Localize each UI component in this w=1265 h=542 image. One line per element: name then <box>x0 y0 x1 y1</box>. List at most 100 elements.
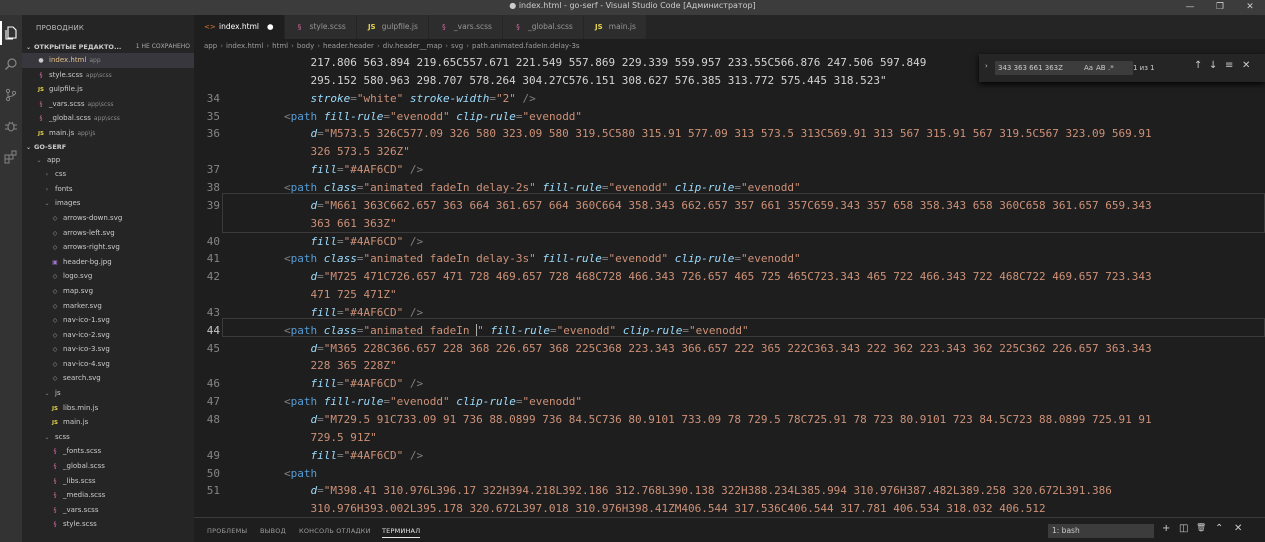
file-item[interactable]: ◇ nav-ico-1.svg <box>22 313 194 328</box>
breadcrumb-item[interactable]: svg <box>451 42 463 50</box>
file-item[interactable]: JS libs.min.js <box>22 401 194 416</box>
file-item[interactable]: § _vars.scss <box>22 503 194 518</box>
close-panel-button[interactable]: ✕ <box>1234 523 1242 534</box>
code-line[interactable]: d="M725 471C726.657 471 728 469.657 728 … <box>284 270 1152 283</box>
kill-terminal-trash-icon[interactable]: 🗑 <box>1196 523 1206 532</box>
file-item[interactable]: § _fonts.scss <box>22 444 194 459</box>
open-editor-item[interactable]: § _global.scss app\scss <box>22 111 194 126</box>
open-editors-section[interactable]: ⌄ ОТКРЫТЫЕ РЕДАКТО... 1 НЕ СОХРАНЕНО <box>22 41 194 53</box>
close-window-button[interactable]: ✕ <box>1235 0 1265 15</box>
match-case-button[interactable]: Aa <box>1084 61 1093 75</box>
match-word-button[interactable]: AB <box>1096 61 1106 75</box>
tab-gulpfile-js[interactable]: JS gulpfile.js <box>356 15 429 39</box>
file-item[interactable]: ◇ logo.svg <box>22 269 194 284</box>
code-line[interactable]: d="M398.41 310.976L396.17 322H394.218L39… <box>284 484 1112 497</box>
code-line[interactable]: <path fill-rule="evenodd" clip-rule="eve… <box>284 395 582 408</box>
new-terminal-button[interactable]: + <box>1162 523 1170 534</box>
breadcrumb-item[interactable]: app <box>204 42 217 50</box>
open-editor-item[interactable]: JS gulpfile.js <box>22 82 194 97</box>
code-editor[interactable]: 217.806 563.894 219.65C557.671 221.549 5… <box>194 54 1265 517</box>
open-editor-item[interactable]: ● index.html app <box>22 53 194 68</box>
code-line[interactable]: <path class="animated fadeIn delay-2s" f… <box>284 181 801 194</box>
breadcrumb-item[interactable]: html <box>272 42 288 50</box>
maximize-panel-button[interactable]: ⌃ <box>1215 523 1223 534</box>
file-item[interactable]: ◇ search.svg <box>22 371 194 386</box>
explorer-files-icon[interactable] <box>0 21 22 45</box>
breadcrumb-item[interactable]: header.header <box>323 42 374 50</box>
regex-button[interactable]: .* <box>1108 61 1114 75</box>
code-line[interactable]: d="M573.5 326C577.09 326 580 323.09 580 … <box>284 127 1152 140</box>
file-item[interactable]: ▣ header-bg.jpg <box>22 255 194 270</box>
tab-vars-scss[interactable]: § _vars.scss <box>428 15 503 39</box>
tab-debug-console[interactable]: КОНСОЛЬ ОТЛАДКИ <box>299 527 371 535</box>
code-line[interactable]: <path <box>284 467 317 480</box>
code-line[interactable]: fill="#4AF6CD" /> <box>284 163 424 176</box>
code-line[interactable]: fill="#4AF6CD" /> <box>284 377 424 390</box>
open-editor-item[interactable]: § style.scss app\scss <box>22 68 194 83</box>
breadcrumb-item[interactable]: body <box>297 42 314 50</box>
code-line[interactable]: stroke="white" stroke-width="2" /> <box>284 92 536 105</box>
folder-item[interactable]: › css <box>22 167 194 182</box>
breadcrumb-item[interactable]: path.animated.fadeIn.delay-3s <box>472 42 580 50</box>
code-line[interactable]: d="M365 228C366.657 228 368 226.657 368 … <box>284 342 1152 355</box>
tab-output[interactable]: ВЫВОД <box>260 527 286 535</box>
code-line[interactable]: d="M729.5 91C733.09 91 736 88.0899 736 8… <box>284 413 1152 426</box>
folder-item[interactable]: ⌄ images <box>22 196 194 211</box>
code-line[interactable]: 363 661 363Z" <box>284 217 397 230</box>
file-item[interactable]: § style.scss <box>22 517 194 532</box>
tab-main-js[interactable]: JS main.js <box>583 15 647 39</box>
folder-item[interactable]: › fonts <box>22 182 194 197</box>
open-editor-item[interactable]: § _vars.scss app\scss <box>22 97 194 112</box>
file-item[interactable]: § _global.scss <box>22 459 194 474</box>
code-line[interactable]: 729.5 91Z" <box>284 431 377 444</box>
code-line[interactable]: fill="#4AF6CD" /> <box>284 306 424 319</box>
code-line[interactable]: 228 365 228Z" <box>284 359 397 372</box>
code-line[interactable]: 326 573.5 326Z" <box>284 145 410 158</box>
code-line[interactable]: 217.806 563.894 219.65C557.671 221.549 5… <box>284 56 926 69</box>
file-item[interactable]: § _libs.scss <box>22 474 194 489</box>
split-terminal-button[interactable]: ◫ <box>1179 523 1188 534</box>
code-line[interactable]: fill="#4AF6CD" /> <box>284 235 424 248</box>
tab-problems[interactable]: ПРОБЛЕМЫ <box>207 527 247 535</box>
code-line[interactable]: 471 725 471Z" <box>284 288 397 301</box>
file-item[interactable]: ◇ nav-ico-4.svg <box>22 357 194 372</box>
unsaved-dot-icon[interactable]: ● <box>267 22 274 31</box>
file-item[interactable]: § _media.scss <box>22 488 194 503</box>
breadcrumb-item[interactable]: div.header__map <box>383 42 442 50</box>
folder-item[interactable]: ⌄ scss <box>22 430 194 445</box>
tab-terminal[interactable]: ТЕРМИНАЛ <box>382 527 421 538</box>
file-item[interactable]: ◇ marker.svg <box>22 299 194 314</box>
file-item[interactable]: ◇ nav-ico-2.svg <box>22 328 194 343</box>
search-icon[interactable] <box>0 52 22 76</box>
project-section[interactable]: ⌄ GO-SERF <box>22 141 194 153</box>
code-line[interactable]: d="M661 363C662.657 363 664 361.657 664 … <box>284 199 1152 212</box>
tab-global-scss[interactable]: § _global.scss <box>502 15 584 39</box>
file-item[interactable]: ◇ arrows-left.svg <box>22 226 194 241</box>
code-line[interactable]: <path class="animated fadeIn " fill-rule… <box>284 323 749 337</box>
close-find-button[interactable]: ✕ <box>1242 60 1250 71</box>
code-line[interactable]: <path fill-rule="evenodd" clip-rule="eve… <box>284 110 582 123</box>
breadcrumb-item[interactable]: index.html <box>226 42 263 50</box>
file-item[interactable]: ◇ arrows-down.svg <box>22 211 194 226</box>
tab-index-html[interactable]: <> index.html ● <box>194 15 285 39</box>
code-line[interactable]: <path class="animated fadeIn delay-3s" f… <box>284 252 801 265</box>
code-line[interactable]: 310.976H393.002L395.178 320.672L397.018 … <box>284 502 1046 515</box>
extensions-icon[interactable] <box>0 145 22 169</box>
debug-icon[interactable] <box>0 114 22 138</box>
folder-item[interactable]: ⌄ app <box>22 153 194 168</box>
maximize-button[interactable]: ❐ <box>1205 0 1235 15</box>
next-match-button[interactable]: ↓ <box>1209 60 1217 71</box>
code-line[interactable]: fill="#4AF6CD" /> <box>284 449 424 462</box>
minimize-button[interactable]: — <box>1175 0 1205 15</box>
file-item[interactable]: ◇ nav-ico-3.svg <box>22 342 194 357</box>
open-editor-item[interactable]: JS main.js app\js <box>22 126 194 141</box>
terminal-select[interactable]: 1: bash <box>1048 524 1154 538</box>
previous-match-button[interactable]: ↑ <box>1194 60 1202 71</box>
toggle-replace-icon[interactable]: › <box>985 62 988 70</box>
folder-item[interactable]: ⌄ js <box>22 386 194 401</box>
code-line[interactable]: 295.152 580.963 298.707 578.264 304.27C5… <box>284 74 886 87</box>
tab-style-scss[interactable]: § style.scss <box>284 15 357 39</box>
find-in-selection-button[interactable]: ≡ <box>1225 60 1233 71</box>
file-item[interactable]: JS main.js <box>22 415 194 430</box>
file-item[interactable]: ◇ map.svg <box>22 284 194 299</box>
